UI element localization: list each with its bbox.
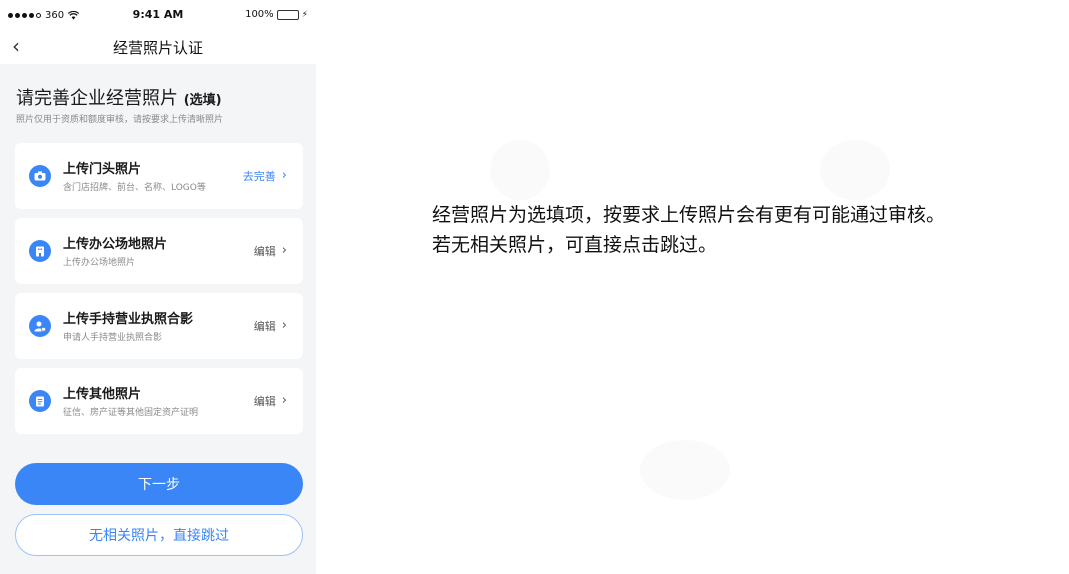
action-label: 去完善 xyxy=(242,170,276,183)
upload-office-card[interactable]: 上传办公场地照片 上传办公场地照片 编辑 › xyxy=(15,218,303,284)
section-title: 请完善企业经营照片 (选填) xyxy=(16,84,222,110)
section-title-text: 请完善企业经营照片 xyxy=(16,88,178,109)
optional-label: (选填) xyxy=(183,93,222,108)
edit-link[interactable]: 编辑 › xyxy=(254,393,287,409)
nav-bar: ‹ 经营照片认证 xyxy=(0,30,316,64)
user-card-icon xyxy=(29,315,51,337)
action-label: 编辑 xyxy=(253,395,276,408)
action-label: 编辑 xyxy=(253,245,276,258)
chevron-right-icon: › xyxy=(281,318,287,333)
card-title: 上传手持营业执照合影 xyxy=(63,312,194,327)
battery-icon xyxy=(276,9,299,20)
section-subtitle: 照片仅用于资质和额度审核，请按要求上传清晰照片 xyxy=(16,115,224,125)
annotation-line: 若无相关照片，可直接点击跳过。 xyxy=(432,234,718,256)
card-desc: 申请人手持营业执照合影 xyxy=(63,333,163,343)
chevron-right-icon: › xyxy=(281,393,287,408)
background-decoration xyxy=(640,440,730,500)
card-title: 上传门头照片 xyxy=(63,162,142,177)
edit-link[interactable]: 编辑 › xyxy=(254,318,287,334)
card-title: 上传其他照片 xyxy=(63,387,142,402)
complete-link[interactable]: 去完善 › xyxy=(243,168,287,184)
status-bar: 360 9:41 AM 100% ⚡ xyxy=(0,0,316,30)
card-desc: 上传办公场地照片 xyxy=(63,258,136,268)
card-title: 上传办公场地照片 xyxy=(63,237,168,252)
card-desc: 征信、房产证等其他固定资产证明 xyxy=(63,408,199,418)
annotation-line: 经营照片为选填项，按要求上传照片会有更有可能通过审核。 xyxy=(432,204,946,226)
upload-license-card[interactable]: 上传手持营业执照合影 申请人手持营业执照合影 编辑 › xyxy=(15,293,303,359)
skip-button[interactable]: 无相关照片，直接跳过 xyxy=(15,514,303,556)
next-step-button[interactable]: 下一步 xyxy=(15,463,303,505)
action-label: 编辑 xyxy=(253,320,276,333)
upload-other-card[interactable]: 上传其他照片 征信、房产证等其他固定资产证明 编辑 › xyxy=(15,368,303,434)
card-desc: 含门店招牌、前台、名称、LOGO等 xyxy=(63,183,206,193)
document-icon xyxy=(29,390,51,412)
background-decoration xyxy=(820,140,890,200)
charging-icon: ⚡ xyxy=(301,9,308,20)
building-icon xyxy=(29,240,51,262)
background-decoration xyxy=(490,140,550,200)
battery-status: 100% ⚡ xyxy=(245,9,308,20)
page-title: 经营照片认证 xyxy=(112,39,203,57)
battery-percent: 100% xyxy=(245,9,274,20)
phone-screen: 360 9:41 AM 100% ⚡ ‹ 经营照片认证 请完善企业经营照片 (选… xyxy=(0,0,316,574)
edit-link[interactable]: 编辑 › xyxy=(254,243,287,259)
chevron-right-icon: › xyxy=(281,243,287,258)
chevron-right-icon: › xyxy=(281,168,287,183)
annotation-text: 经营照片为选填项，按要求上传照片会有更有可能通过审核。 若无相关照片，可直接点击… xyxy=(432,200,945,260)
camera-icon xyxy=(29,165,51,187)
upload-storefront-card[interactable]: 上传门头照片 含门店招牌、前台、名称、LOGO等 去完善 › xyxy=(15,143,303,209)
